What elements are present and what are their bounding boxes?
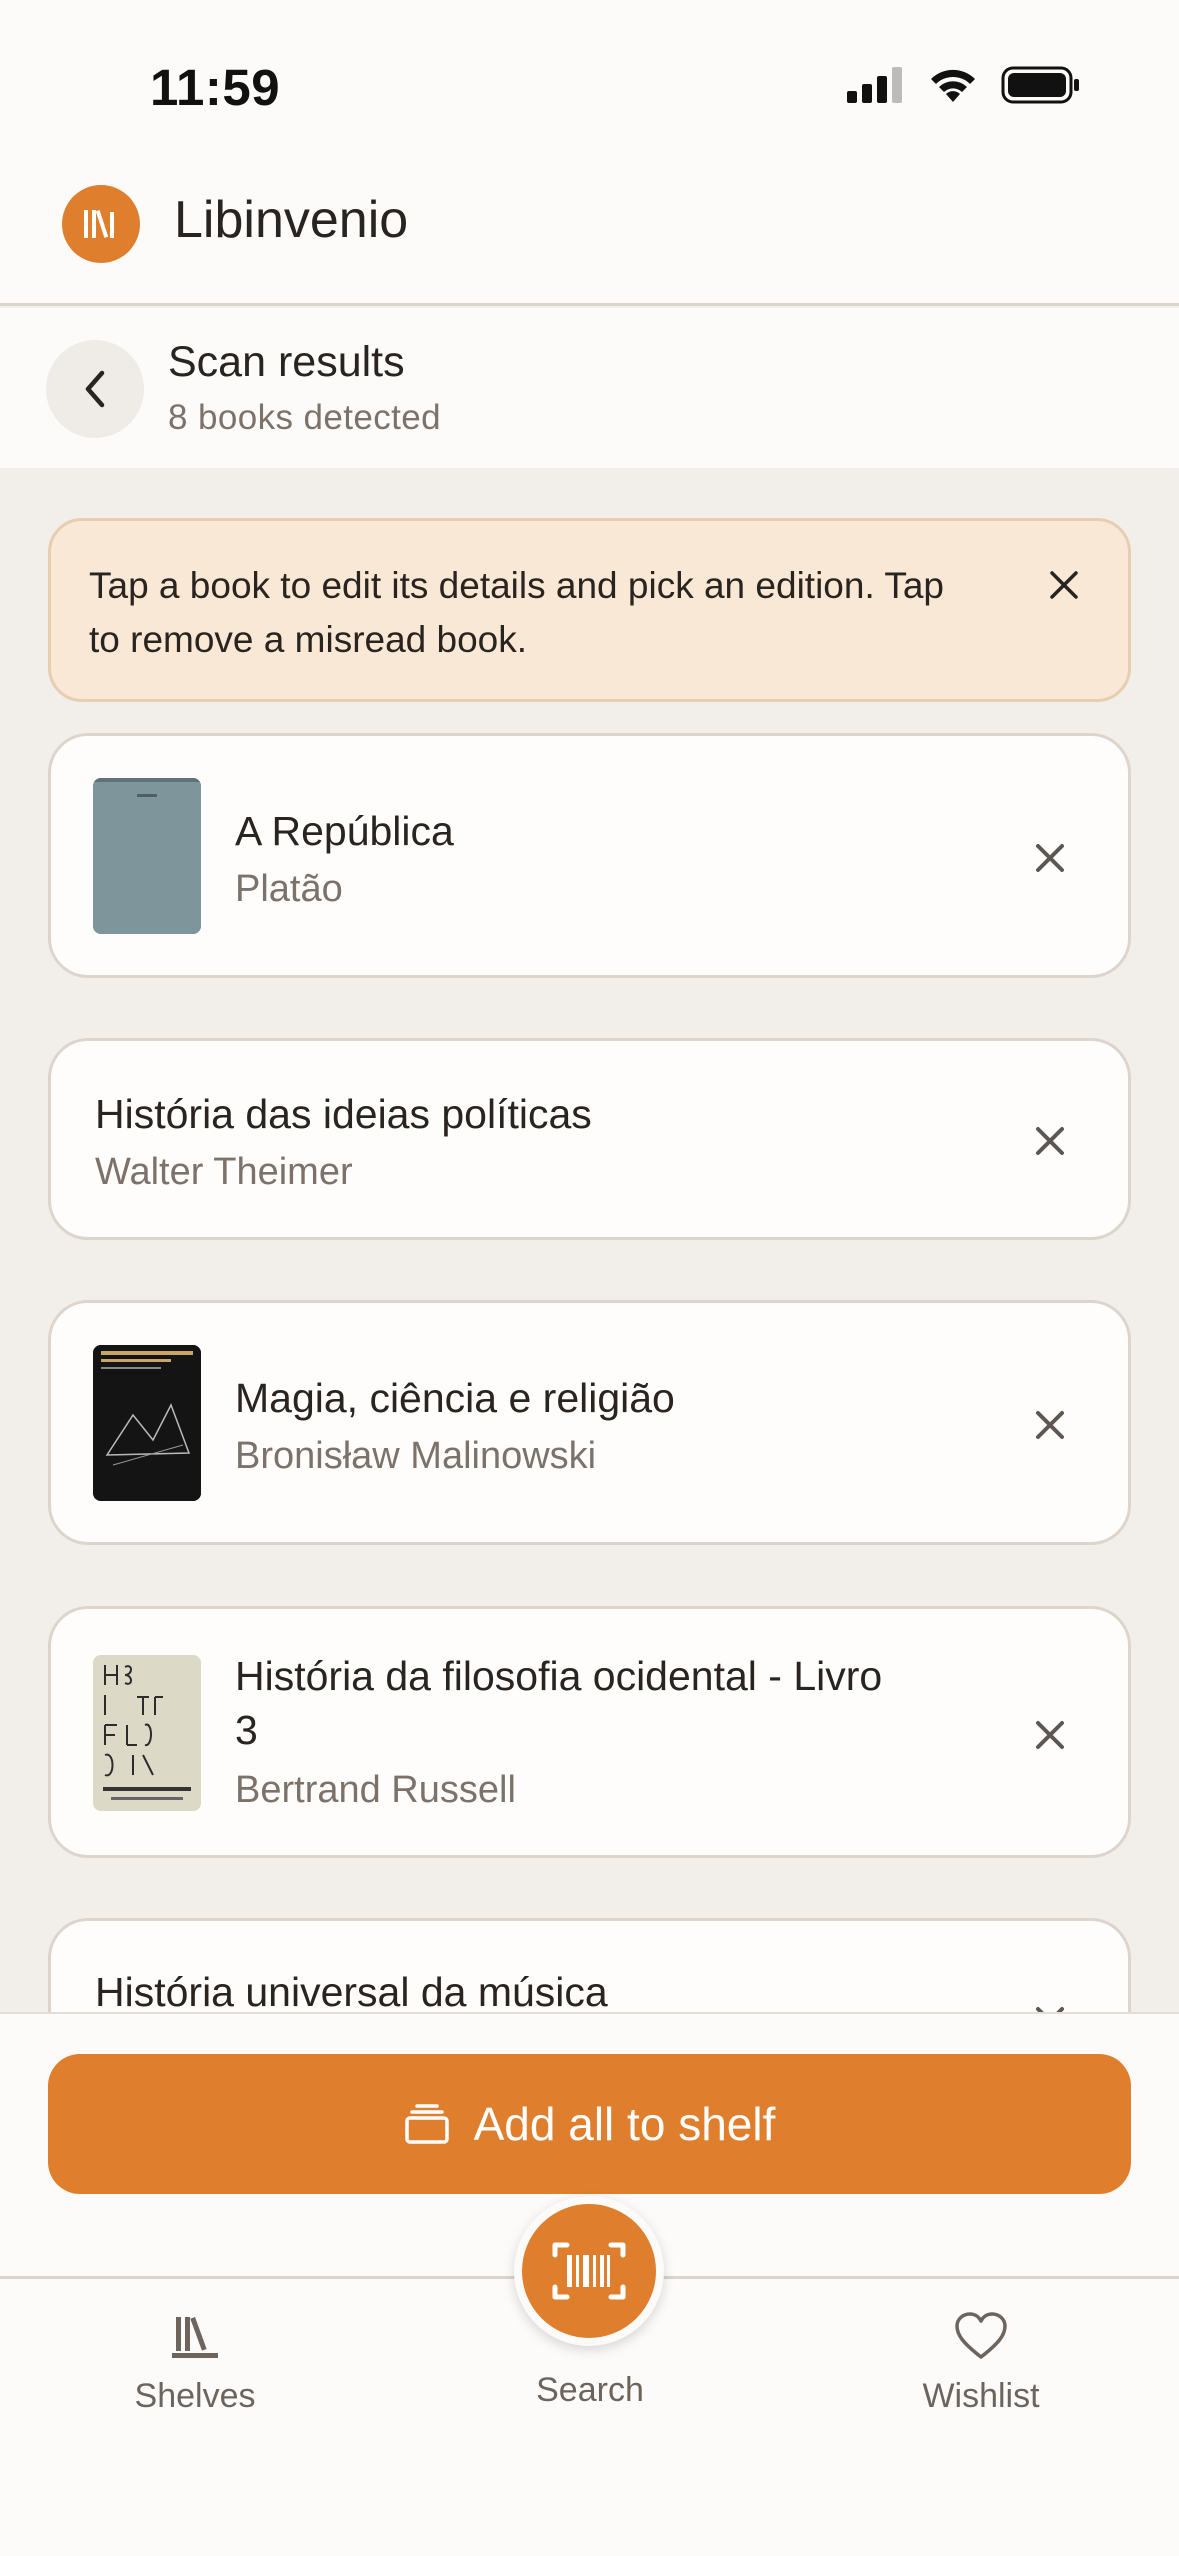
cover-filosofia-icon — [93, 1655, 201, 1811]
close-icon — [1050, 571, 1078, 599]
book-cover — [93, 1345, 201, 1501]
detected-count: 8 books detected — [168, 398, 441, 437]
tab-shelves-label: Shelves — [134, 2377, 256, 2415]
book-author: Platão — [235, 868, 343, 910]
close-icon — [1036, 1127, 1064, 1155]
cellular-signal-icon — [847, 67, 902, 103]
remove-book-button[interactable] — [1028, 1713, 1072, 1757]
status-time: 11:59 — [150, 59, 281, 116]
chevron-left-icon — [85, 370, 105, 408]
books-logo-icon — [84, 210, 114, 238]
barcode-scan-icon — [552, 2242, 626, 2300]
book-cover — [93, 1655, 201, 1811]
battery-icon — [1001, 66, 1079, 104]
info-banner: Tap a book to edit its details and pick … — [48, 518, 1131, 702]
book-title-line-2: 3 — [235, 1707, 258, 1753]
scan-barcode-button[interactable] — [514, 2196, 664, 2346]
info-text-line-1: Tap a book to edit its details and pick … — [89, 565, 944, 606]
book-cover — [93, 778, 201, 934]
tab-search-label: Search — [536, 2371, 644, 2409]
tab-wishlist-label: Wishlist — [922, 2377, 1040, 2415]
book-title: História da filosofia ocidental - Livro … — [235, 1649, 995, 1757]
book-title: História universal da música — [95, 1969, 608, 2015]
page-title: Scan results — [168, 338, 405, 386]
book-title: A República — [235, 808, 454, 854]
shelf-stack-icon — [404, 2104, 449, 2144]
cover-magia-icon — [93, 1345, 201, 1501]
tab-wishlist[interactable]: Wishlist — [906, 2311, 1056, 2416]
book-author: Bertrand Russell — [235, 1769, 516, 1811]
info-text-line-2: to remove a misread book. — [89, 619, 528, 660]
book-card[interactable]: História das ideias políticas Walter The… — [48, 1038, 1131, 1240]
book-card[interactable]: História da filosofia ocidental - Livro … — [48, 1606, 1131, 1858]
cover-republica-icon — [93, 778, 201, 934]
remove-book-button[interactable] — [1028, 1119, 1072, 1163]
scan-results-header: Scan results 8 books detected — [0, 308, 1179, 468]
wifi-icon — [931, 69, 975, 102]
book-title-line-1: História da filosofia ocidental - Livro — [235, 1653, 883, 1699]
heart-icon — [955, 2312, 1007, 2359]
status-bar: 11:59 — [0, 0, 1179, 170]
book-title: Magia, ciência e religião — [235, 1375, 675, 1421]
shelves-icon — [172, 2316, 218, 2358]
back-button[interactable] — [46, 340, 144, 438]
book-author: Bronisław Malinowski — [235, 1435, 597, 1477]
close-icon — [1036, 844, 1064, 872]
remove-book-button[interactable] — [1028, 836, 1072, 880]
close-icon — [1036, 1721, 1064, 1749]
app-logo — [62, 185, 140, 263]
status-icons — [847, 66, 1081, 104]
close-icon — [1036, 1411, 1064, 1439]
book-card[interactable]: Magia, ciência e religião Bronisław Mali… — [48, 1300, 1131, 1545]
add-all-label: Add all to shelf — [473, 2098, 776, 2150]
app-title: Libinvenio — [174, 191, 409, 249]
book-card[interactable]: A República Platão — [48, 733, 1131, 978]
tab-search[interactable]: Search — [510, 2371, 670, 2410]
add-all-to-shelf-button[interactable]: Add all to shelf — [48, 2054, 1131, 2194]
book-author: Walter Theimer — [95, 1151, 353, 1193]
tab-shelves[interactable]: Shelves — [120, 2311, 270, 2416]
book-title: História das ideias políticas — [95, 1091, 592, 1137]
remove-book-button[interactable] — [1028, 1403, 1072, 1447]
app-header: Libinvenio — [0, 170, 1179, 306]
